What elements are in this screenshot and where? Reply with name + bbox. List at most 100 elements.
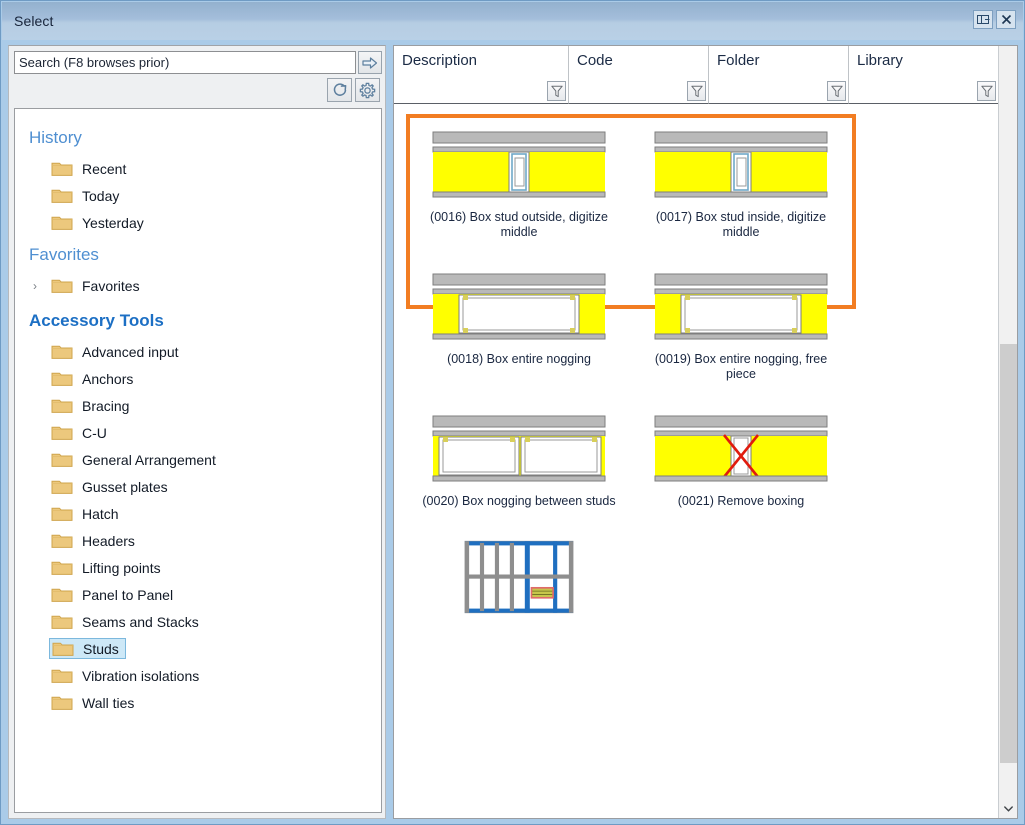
sidebar-item-seams-and-stacks[interactable]: Seams and Stacks xyxy=(15,608,381,635)
sidebar-item-wall-ties[interactable]: Wall ties xyxy=(15,689,381,716)
catalog-item[interactable]: (0019) Box entire nogging, free piece xyxy=(630,264,852,382)
chevron-up-icon xyxy=(1004,52,1013,58)
folder-icon xyxy=(51,397,73,414)
search-go-button[interactable] xyxy=(358,51,382,74)
column-header-label: Folder xyxy=(709,46,848,69)
navigation-tree[interactable]: History Recent Today Yesterday Favorites› Fav… xyxy=(14,108,382,813)
sidebar-item-label: Favorites xyxy=(82,278,140,294)
column-filter-button-library[interactable] xyxy=(977,81,996,101)
sidebar-item-hatch[interactable]: Hatch xyxy=(15,500,381,527)
items-area[interactable]: (0016) Box stud outside, digitize middle… xyxy=(394,104,999,819)
folder-icon xyxy=(51,559,73,576)
sidebar-item-label: Wall ties xyxy=(82,695,134,711)
scroll-down-button[interactable] xyxy=(999,800,1017,818)
folder-icon xyxy=(51,214,73,231)
panel-toolbar xyxy=(327,78,380,102)
column-filter-button-code[interactable] xyxy=(687,81,706,101)
item-caption: (0018) Box entire nogging xyxy=(417,352,622,367)
vertical-scrollbar[interactable] xyxy=(998,46,1017,818)
sidebar-item-c-u[interactable]: C-U xyxy=(15,419,381,446)
sidebar-item-label: Advanced input xyxy=(82,344,179,360)
tree-group-header-history: History xyxy=(15,119,381,155)
folder-icon xyxy=(51,532,73,549)
sidebar-item-panel-to-panel[interactable]: Panel to Panel xyxy=(15,581,381,608)
catalog-item[interactable] xyxy=(408,533,630,621)
sidebar-item-anchors[interactable]: Anchors xyxy=(15,365,381,392)
sidebar-item-label: Headers xyxy=(82,533,135,549)
item-caption: (0021) Remove boxing xyxy=(639,494,844,509)
scroll-up-button[interactable] xyxy=(999,46,1017,64)
sidebar-item-today[interactable]: Today xyxy=(15,182,381,209)
column-header-label: Code xyxy=(569,46,708,69)
search-input[interactable] xyxy=(14,51,356,74)
item-thumbnail-wrap xyxy=(429,406,609,494)
tree-group-header-accessory-tools: Accessory Tools xyxy=(15,299,381,338)
expand-chevron-icon[interactable]: › xyxy=(33,279,45,293)
catalog-item[interactable]: (0017) Box stud inside, digitize middle xyxy=(630,122,852,240)
sidebar-item-vibration-isolations[interactable]: Vibration isolations xyxy=(15,662,381,689)
item-thumbnail xyxy=(429,272,609,344)
item-thumbnail xyxy=(651,272,831,344)
item-thumbnail xyxy=(429,414,609,486)
sidebar-item-label: Today xyxy=(82,188,119,204)
close-button[interactable] xyxy=(996,10,1016,29)
sidebar-item-lifting-points[interactable]: Lifting points xyxy=(15,554,381,581)
item-thumbnail xyxy=(651,130,831,202)
refresh-button[interactable] xyxy=(327,78,352,102)
sidebar-item-bracing[interactable]: Bracing xyxy=(15,392,381,419)
sidebar-item-headers[interactable]: Headers xyxy=(15,527,381,554)
scrollbar-thumb[interactable] xyxy=(1000,344,1017,764)
filter-funnel-icon xyxy=(981,85,993,98)
sidebar-item-studs[interactable]: Studs xyxy=(15,635,381,662)
sidebar-item-label: Seams and Stacks xyxy=(82,614,199,630)
column-header-library[interactable]: Library xyxy=(849,46,999,104)
catalog-item[interactable]: (0016) Box stud outside, digitize middle xyxy=(408,122,630,240)
item-row: (0020) Box nogging between studs (0021) R… xyxy=(408,406,878,509)
folder-icon xyxy=(51,160,73,177)
column-header-label: Description xyxy=(394,46,568,69)
catalog-item[interactable]: (0018) Box entire nogging xyxy=(408,264,630,382)
results-panel: DescriptionCodeFolderLibrary (0016) Box … xyxy=(393,45,1018,819)
item-thumbnail-wrap xyxy=(651,406,831,494)
arrow-right-icon xyxy=(362,56,378,70)
column-filter-button-folder[interactable] xyxy=(827,81,846,101)
item-row xyxy=(408,533,878,621)
column-header-description[interactable]: Description xyxy=(394,46,569,104)
catalog-item[interactable]: (0021) Remove boxing xyxy=(630,406,852,509)
column-header-code[interactable]: Code xyxy=(569,46,709,104)
sidebar-item-recent[interactable]: Recent xyxy=(15,155,381,182)
sidebar-item-gusset-plates[interactable]: Gusset plates xyxy=(15,473,381,500)
sidebar-item-label: Bracing xyxy=(82,398,129,414)
sidebar-item-yesterday[interactable]: Yesterday xyxy=(15,209,381,236)
item-thumbnail-wrap xyxy=(429,533,609,621)
settings-button[interactable] xyxy=(355,78,380,102)
catalog-item[interactable]: (0020) Box nogging between studs xyxy=(408,406,630,509)
item-thumbnail xyxy=(450,536,588,618)
item-row: (0016) Box stud outside, digitize middle… xyxy=(408,122,878,240)
select-dialog-window: Select xyxy=(0,0,1025,825)
sidebar-item-advanced-input[interactable]: Advanced input xyxy=(15,338,381,365)
sidebar-item-favorites[interactable]: › Favorites xyxy=(15,272,381,299)
chevron-down-icon xyxy=(1004,806,1013,812)
caption-buttons xyxy=(973,10,1016,29)
sidebar-item-general-arrangement[interactable]: General Arrangement xyxy=(15,446,381,473)
window-title: Select xyxy=(2,13,54,29)
column-header-label: Library xyxy=(849,46,998,69)
folder-icon xyxy=(51,586,73,603)
sidebar-item-label: General Arrangement xyxy=(82,452,216,468)
filter-funnel-icon xyxy=(551,85,563,98)
title-bar: Select xyxy=(2,2,1023,40)
item-thumbnail xyxy=(429,130,609,202)
folder-icon xyxy=(51,478,73,495)
left-panel: History Recent Today Yesterday Favorites› Fav… xyxy=(8,45,386,819)
folder-icon xyxy=(51,277,73,294)
close-icon xyxy=(1001,14,1012,25)
column-filter-button-description[interactable] xyxy=(547,81,566,101)
sidebar-item-label: Recent xyxy=(82,161,126,177)
folder-icon xyxy=(51,694,73,711)
column-header-folder[interactable]: Folder xyxy=(709,46,849,104)
folder-icon xyxy=(52,640,74,657)
folder-icon xyxy=(51,187,73,204)
folder-icon xyxy=(51,667,73,684)
dock-pin-button[interactable] xyxy=(973,10,993,29)
